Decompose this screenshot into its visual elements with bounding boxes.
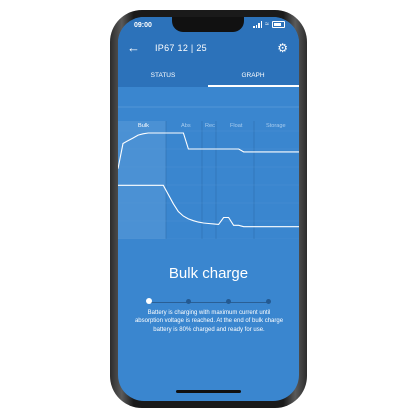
active-phase-highlight bbox=[118, 121, 166, 239]
step-dot-4[interactable] bbox=[266, 299, 271, 304]
phone-notch bbox=[172, 17, 244, 32]
phase-label-bulk: Bulk bbox=[138, 123, 149, 129]
status-time: 09:00 bbox=[134, 22, 152, 29]
back-arrow-icon[interactable]: ← bbox=[127, 39, 140, 57]
app-bar: ← IP67 12 | 25 ⚙ bbox=[118, 34, 299, 64]
charge-phase-chart: Bulk Abs Rec Float Storage bbox=[118, 106, 299, 239]
step-connector bbox=[149, 301, 269, 303]
tab-graph[interactable]: GRAPH bbox=[208, 72, 298, 79]
tab-status[interactable]: STATUS bbox=[118, 72, 208, 79]
battery-icon bbox=[272, 21, 285, 28]
signal-icon bbox=[253, 21, 263, 28]
phase-label-abs: Abs bbox=[181, 123, 191, 129]
tab-bar: STATUS GRAPH bbox=[118, 64, 299, 87]
phase-label-rec: Rec bbox=[205, 123, 215, 129]
phase-label-storage: Storage bbox=[266, 123, 286, 129]
app-screen: 09:00 ≈ ← IP67 12 | 25 ⚙ STATUS GRAPH Bu… bbox=[118, 17, 299, 401]
phase-label-float: Float bbox=[230, 123, 243, 129]
home-indicator[interactable] bbox=[176, 390, 241, 393]
phase-step-indicator bbox=[146, 298, 272, 306]
step-dot-2[interactable] bbox=[186, 299, 191, 304]
wifi-icon: ≈ bbox=[265, 21, 269, 28]
status-icons: ≈ bbox=[253, 21, 285, 28]
phase-heading: Bulk charge bbox=[168, 265, 249, 282]
gear-icon[interactable]: ⚙ bbox=[277, 40, 288, 56]
step-dot-3[interactable] bbox=[226, 299, 231, 304]
step-dot-1[interactable] bbox=[146, 298, 152, 304]
active-tab-indicator bbox=[208, 85, 299, 87]
device-title: IP67 12 | 25 bbox=[155, 43, 207, 53]
phase-description: Battery is charging with maximum current… bbox=[134, 310, 284, 333]
